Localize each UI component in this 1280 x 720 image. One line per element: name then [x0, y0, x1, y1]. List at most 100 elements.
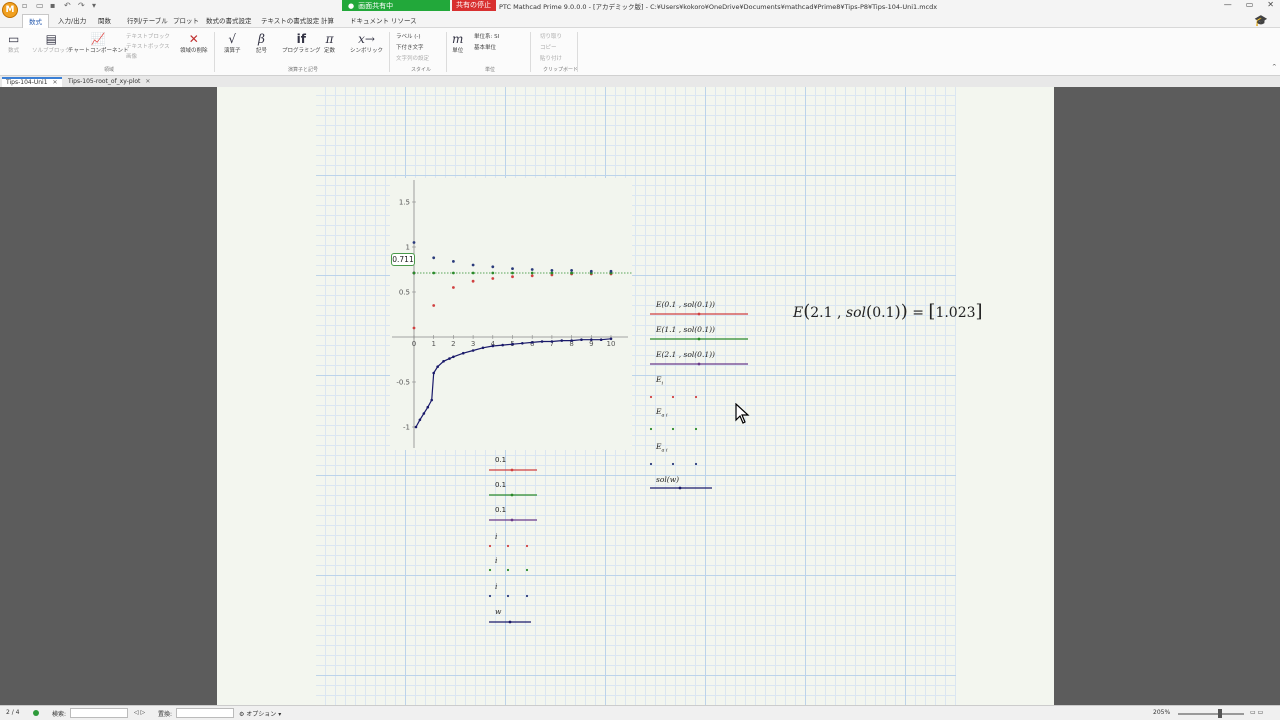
minimize-button[interactable]: — [1224, 0, 1232, 9]
close-button[interactable]: ✕ [1267, 0, 1274, 9]
zoom-level: 205% [1153, 709, 1171, 716]
options-dropdown[interactable]: ⚙ オプション ▾ [239, 709, 281, 718]
y-expression-label[interactable]: sol(w) [656, 475, 679, 484]
y-expression-label[interactable]: Ea i [656, 442, 668, 454]
copy-button[interactable]: コピー [540, 43, 557, 51]
base-units-button[interactable]: 基本単位 [474, 43, 496, 51]
page-indicator: 2 / 4 [6, 709, 20, 716]
units-button[interactable]: m 単位 [452, 32, 463, 54]
y-expression-label[interactable]: E(2.1 , sol(0.1)) [656, 350, 715, 359]
close-tab-icon[interactable]: ✕ [53, 79, 58, 86]
formula-arg1: 2.1 [810, 305, 833, 321]
tab-calculation[interactable]: 計算 [315, 14, 340, 28]
subscript: a i [661, 412, 668, 419]
x-expression-label[interactable]: i [495, 532, 497, 541]
tab-resources[interactable]: リソース [385, 14, 423, 28]
screen-share-bar[interactable]: ● 画面共有中 [342, 0, 450, 11]
text-box-button[interactable]: テキストボックス [126, 42, 170, 50]
y-expression-label[interactable]: Ei [656, 375, 663, 387]
text-block-button[interactable]: テキストブロック [126, 32, 170, 40]
doc-tab[interactable]: Tips-105-root_of_xy-plot ✕ [64, 77, 154, 87]
programming-button[interactable]: if プログラミング [282, 32, 321, 54]
y-expression-label[interactable]: E(1.1 , sol(0.1)) [656, 325, 715, 334]
tab-input-output[interactable]: 入力/出力 [52, 14, 92, 28]
zoom-slider-handle[interactable] [1218, 709, 1222, 718]
trace-cursor-value[interactable]: 0.711 [391, 253, 415, 266]
formula-arg2-value: 0.1 [872, 305, 895, 321]
symbolic-arrow-icon: x→ [358, 32, 375, 46]
evaluation-formula[interactable]: E(2.1 , sol(0.1)) = [1.023] [793, 301, 983, 322]
help-icon[interactable]: 🎓 [1254, 14, 1268, 27]
subscript: i [661, 380, 664, 387]
close-tab-icon[interactable]: ✕ [145, 78, 150, 85]
y-expression-label[interactable]: E(0.1 , sol(0.1)) [656, 300, 715, 309]
open-icon[interactable]: ▭ [36, 1, 45, 10]
save-icon[interactable]: ▪ [50, 1, 59, 10]
undo-icon[interactable]: ↶ [64, 1, 73, 10]
formula-result: 1.023 [935, 305, 976, 321]
formula-arg2-function: sol [845, 305, 866, 321]
redo-icon[interactable]: ↷ [78, 1, 87, 10]
calculation-status-icon [33, 710, 39, 716]
replace-label: 置換: [158, 711, 173, 718]
x-expression-label[interactable]: i [495, 556, 497, 565]
separator [530, 32, 531, 72]
label-dropdown[interactable]: ラベル (-) [396, 32, 421, 40]
mathcad-logo-icon[interactable]: M [2, 2, 18, 18]
doc-tab-active[interactable]: Tips-104-Uni1 ✕ [2, 77, 62, 87]
separator [446, 32, 447, 72]
search-input[interactable] [70, 708, 128, 718]
group-label-regions: 領域 [104, 67, 115, 73]
xy-plot-background[interactable] [390, 178, 632, 450]
solve-block-icon: ▤ [45, 32, 57, 46]
beta-icon: β [258, 32, 265, 46]
string-settings-button[interactable]: 文字列の設定 [396, 54, 429, 62]
search-prev-next-icon[interactable]: ◁ ▷ [134, 709, 145, 716]
y-expression-label[interactable]: Ea i [656, 407, 668, 419]
x-expression-label[interactable]: w [495, 607, 501, 616]
solve-block-button[interactable]: ▤ ソルブブロック [32, 32, 71, 54]
tab-math[interactable]: 数式 [22, 14, 49, 28]
unit-system-dropdown[interactable]: 単位系: SI [474, 32, 499, 40]
stop-sharing-button[interactable]: 共有の停止 [452, 0, 496, 11]
worksheet-area [0, 87, 1280, 705]
subscript-button[interactable]: 下付き文字 [396, 43, 424, 51]
cut-button[interactable]: 切り取り [540, 32, 562, 40]
pi-icon: π [325, 32, 334, 46]
image-button[interactable]: 画像 [126, 52, 137, 60]
search-label: 検索: [52, 711, 67, 718]
x-expression-label[interactable]: 0.1 [495, 506, 506, 514]
share-indicator-icon: ● [348, 1, 355, 10]
constants-button[interactable]: π 定数 [324, 32, 335, 54]
x-expression-label[interactable]: i [495, 582, 497, 591]
maximize-button[interactable]: ▭ [1246, 0, 1254, 9]
x-expression-label[interactable]: 0.1 [495, 456, 506, 464]
dropdown-icon[interactable]: ▾ [92, 1, 101, 10]
tab-math-formatting[interactable]: 数式の書式設定 [200, 14, 258, 28]
share-label: 画面共有中 [358, 1, 394, 10]
x-expression-label[interactable]: 0.1 [495, 481, 506, 489]
operators-button[interactable]: √ 演算子 [224, 32, 241, 54]
tab-matrix-table[interactable]: 行列/テーブル [121, 14, 174, 28]
document-tabs: Tips-104-Uni1 ✕ Tips-105-root_of_xy-plot ✕ [0, 76, 1280, 87]
delete-region-button[interactable]: ✕ 領域の削除 [180, 32, 208, 54]
delete-region-icon: ✕ [188, 32, 199, 46]
math-region-button[interactable]: ▭ 数式 [8, 32, 19, 54]
chart-icon: 📈 [90, 32, 106, 46]
separator [389, 32, 390, 72]
symbols-button[interactable]: β 記号 [256, 32, 267, 54]
ribbon-tabs: 数式 入力/出力 関数 行列/テーブル プロット 数式の書式設定 テキストの書式… [0, 12, 1280, 28]
zoom-slider[interactable] [1178, 713, 1244, 715]
new-icon[interactable]: ▫ [22, 1, 31, 10]
group-label-style: スタイル [411, 67, 432, 73]
chart-component-button[interactable]: 📈 チャートコンポーネント [68, 32, 128, 54]
tab-functions[interactable]: 関数 [92, 14, 117, 28]
units-m-icon: m [452, 32, 464, 46]
collapse-ribbon-icon[interactable]: ^ [1272, 64, 1277, 70]
paste-button[interactable]: 貼り付け [540, 54, 562, 62]
group-label-operators: 演算子と記号 [288, 67, 319, 73]
symbolics-button[interactable]: x→ シンボリック [350, 32, 383, 54]
replace-input[interactable] [176, 708, 234, 718]
separator [214, 32, 215, 72]
view-mode-icons[interactable]: ▭ ▭ [1250, 709, 1263, 716]
